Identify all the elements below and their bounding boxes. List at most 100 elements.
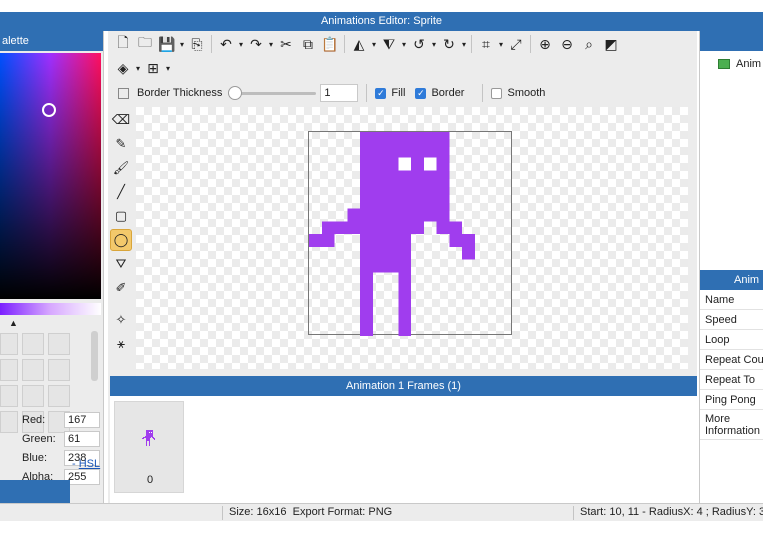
divider bbox=[366, 84, 368, 102]
hue-slider[interactable] bbox=[0, 303, 101, 315]
property-row[interactable]: Name bbox=[700, 290, 763, 310]
status-bar: Size: 16x16 Export Format: PNG Start: 10… bbox=[0, 503, 763, 521]
chevron-down-icon[interactable]: ▾ bbox=[134, 64, 142, 73]
redo-icon[interactable]: ↷ bbox=[245, 33, 267, 55]
zoom-out-icon[interactable]: ⊖ bbox=[556, 33, 578, 55]
toolbar-separator bbox=[211, 35, 212, 53]
paste-icon[interactable]: 📋 bbox=[319, 33, 341, 55]
border-checkbox[interactable]: ✓ bbox=[415, 87, 427, 99]
rotate-left-icon[interactable]: ↺ bbox=[408, 33, 430, 55]
save-icon[interactable]: 💾 bbox=[156, 33, 178, 55]
sprite-canvas[interactable] bbox=[308, 131, 512, 336]
drawing-canvas-area[interactable] bbox=[136, 107, 688, 369]
invert-icon[interactable]: ◩ bbox=[600, 33, 622, 55]
swatch[interactable] bbox=[48, 333, 70, 355]
swatch-scrollbar[interactable] bbox=[91, 331, 98, 381]
eyedropper-icon[interactable]: ✐ bbox=[110, 277, 132, 299]
hsl-link[interactable]: HSL bbox=[79, 458, 100, 470]
frame-thumbnail[interactable]: 0 bbox=[114, 401, 184, 493]
properties-list: Name Speed Loop Repeat Cour Repeat To Pi… bbox=[700, 290, 763, 440]
crop-icon[interactable]: ⌗ bbox=[475, 33, 497, 55]
copy-icon[interactable]: ⧉ bbox=[297, 33, 319, 55]
toolbar: 🗋 🗀 💾 ▾ ⎘ ↶ ▾ ↷ ▾ ✂ ⧉ 📋 ◭ ▾ ⧨ ▾ ↺ ▾ ↻ ▾ ⌗ ▾ ⤢ ⊕ ⊖ ⌕ ◩ ◈ ▾ ⊞ ▾ bbox=[108, 31, 697, 81]
swatch[interactable] bbox=[22, 359, 44, 381]
color-spectrum[interactable] bbox=[0, 53, 101, 299]
flip-horizontal-icon[interactable]: ◭ bbox=[348, 33, 370, 55]
resize-icon[interactable]: ⤢ bbox=[505, 33, 527, 55]
smooth-option[interactable]: Smooth bbox=[491, 87, 545, 99]
chevron-down-icon[interactable]: ▾ bbox=[460, 40, 468, 49]
undo-icon[interactable]: ↶ bbox=[215, 33, 237, 55]
swatch[interactable] bbox=[0, 359, 18, 381]
red-input[interactable]: 167 bbox=[64, 412, 100, 428]
smooth-checkbox[interactable] bbox=[491, 87, 503, 99]
brush-icon[interactable]: 🖌 bbox=[110, 157, 132, 179]
slider-thumb[interactable] bbox=[228, 86, 243, 100]
border-thickness-input[interactable]: 1 bbox=[320, 84, 359, 102]
swatch[interactable] bbox=[48, 385, 70, 407]
sprite-pixel bbox=[146, 439, 150, 440]
cut-icon[interactable]: ✂ bbox=[275, 33, 297, 55]
layers-icon[interactable]: ◈ bbox=[112, 57, 134, 79]
circle-marker-icon[interactable] bbox=[42, 103, 56, 117]
fill-bucket-icon[interactable]: ⛛ bbox=[110, 253, 132, 275]
open-folder-icon[interactable]: 🗀 bbox=[134, 33, 156, 55]
swatch[interactable] bbox=[0, 385, 18, 407]
fill-option[interactable]: ✓ Fill bbox=[375, 87, 405, 99]
fill-checkbox[interactable]: ✓ bbox=[375, 87, 387, 99]
property-row[interactable]: More Information bbox=[700, 410, 763, 440]
properties-header: Anim bbox=[700, 270, 763, 290]
property-row[interactable]: Repeat To bbox=[700, 370, 763, 390]
pencil-icon[interactable]: ✎ bbox=[110, 133, 132, 155]
export-icon[interactable]: ⎘ bbox=[186, 33, 208, 55]
blue-label: Blue: bbox=[22, 452, 48, 464]
sprite-pixel bbox=[142, 438, 144, 439]
chevron-down-icon[interactable]: ▾ bbox=[497, 40, 505, 49]
zoom-in-icon[interactable]: ⊕ bbox=[534, 33, 556, 55]
rotate-right-icon[interactable]: ↻ bbox=[438, 33, 460, 55]
smooth-label: Smooth bbox=[507, 87, 546, 99]
sprite-pixel bbox=[149, 441, 150, 446]
property-row[interactable]: Ping Pong bbox=[700, 390, 763, 410]
chevron-down-icon[interactable]: ▾ bbox=[370, 40, 378, 49]
border-thickness-slider[interactable] bbox=[228, 85, 317, 101]
sprite-pixel bbox=[153, 438, 154, 439]
grid-icon[interactable]: ⊞ bbox=[142, 57, 164, 79]
divider bbox=[222, 506, 223, 520]
chevron-down-icon[interactable]: ▾ bbox=[164, 64, 172, 73]
property-row[interactable]: Loop bbox=[700, 330, 763, 350]
status-coordinates: Start: 10, 11 - RadiusX: 4 ; RadiusY: 3 bbox=[580, 506, 763, 518]
chevron-down-icon[interactable]: ▾ bbox=[237, 40, 245, 49]
rectangle-icon[interactable]: ▢ bbox=[110, 205, 132, 227]
ellipse-icon[interactable]: ◯ bbox=[110, 229, 132, 251]
swatch[interactable] bbox=[22, 333, 44, 355]
chevron-down-icon[interactable]: ▾ bbox=[267, 40, 275, 49]
triangle-up-icon[interactable]: ▲ bbox=[9, 318, 18, 328]
sprite-pixel bbox=[360, 221, 424, 234]
select-icon[interactable]: ✧ bbox=[110, 309, 132, 331]
flip-vertical-icon[interactable]: ⧨ bbox=[378, 33, 400, 55]
animation-list-item[interactable]: Anim bbox=[718, 58, 761, 70]
property-row[interactable]: Speed bbox=[700, 310, 763, 330]
swatch[interactable] bbox=[48, 359, 70, 381]
line-icon[interactable]: ╱ bbox=[110, 181, 132, 203]
swatch[interactable] bbox=[0, 411, 18, 433]
chevron-down-icon[interactable]: ▾ bbox=[178, 40, 186, 49]
property-row[interactable]: Repeat Cour bbox=[700, 350, 763, 370]
border-option[interactable]: ✓ Border bbox=[415, 87, 464, 99]
swatch[interactable] bbox=[0, 333, 18, 355]
sprite-pixel bbox=[360, 246, 411, 260]
swatch[interactable] bbox=[22, 385, 44, 407]
chevron-down-icon[interactable]: ▾ bbox=[430, 40, 438, 49]
eraser-icon[interactable]: ⌫ bbox=[110, 109, 132, 131]
sprite-pixel bbox=[146, 438, 150, 439]
green-input[interactable]: 61 bbox=[64, 431, 100, 447]
divider bbox=[482, 84, 484, 102]
chevron-down-icon[interactable]: ▾ bbox=[400, 40, 408, 49]
status-export: Export Format: PNG bbox=[292, 506, 393, 518]
new-file-icon[interactable]: 🗋 bbox=[112, 33, 134, 55]
sprite-pixel bbox=[146, 430, 153, 437]
frame-thumbnail-image bbox=[142, 430, 155, 446]
zoom-fit-icon[interactable]: ⌕ bbox=[578, 33, 600, 55]
nodes-icon[interactable]: ⚹ bbox=[110, 333, 132, 355]
